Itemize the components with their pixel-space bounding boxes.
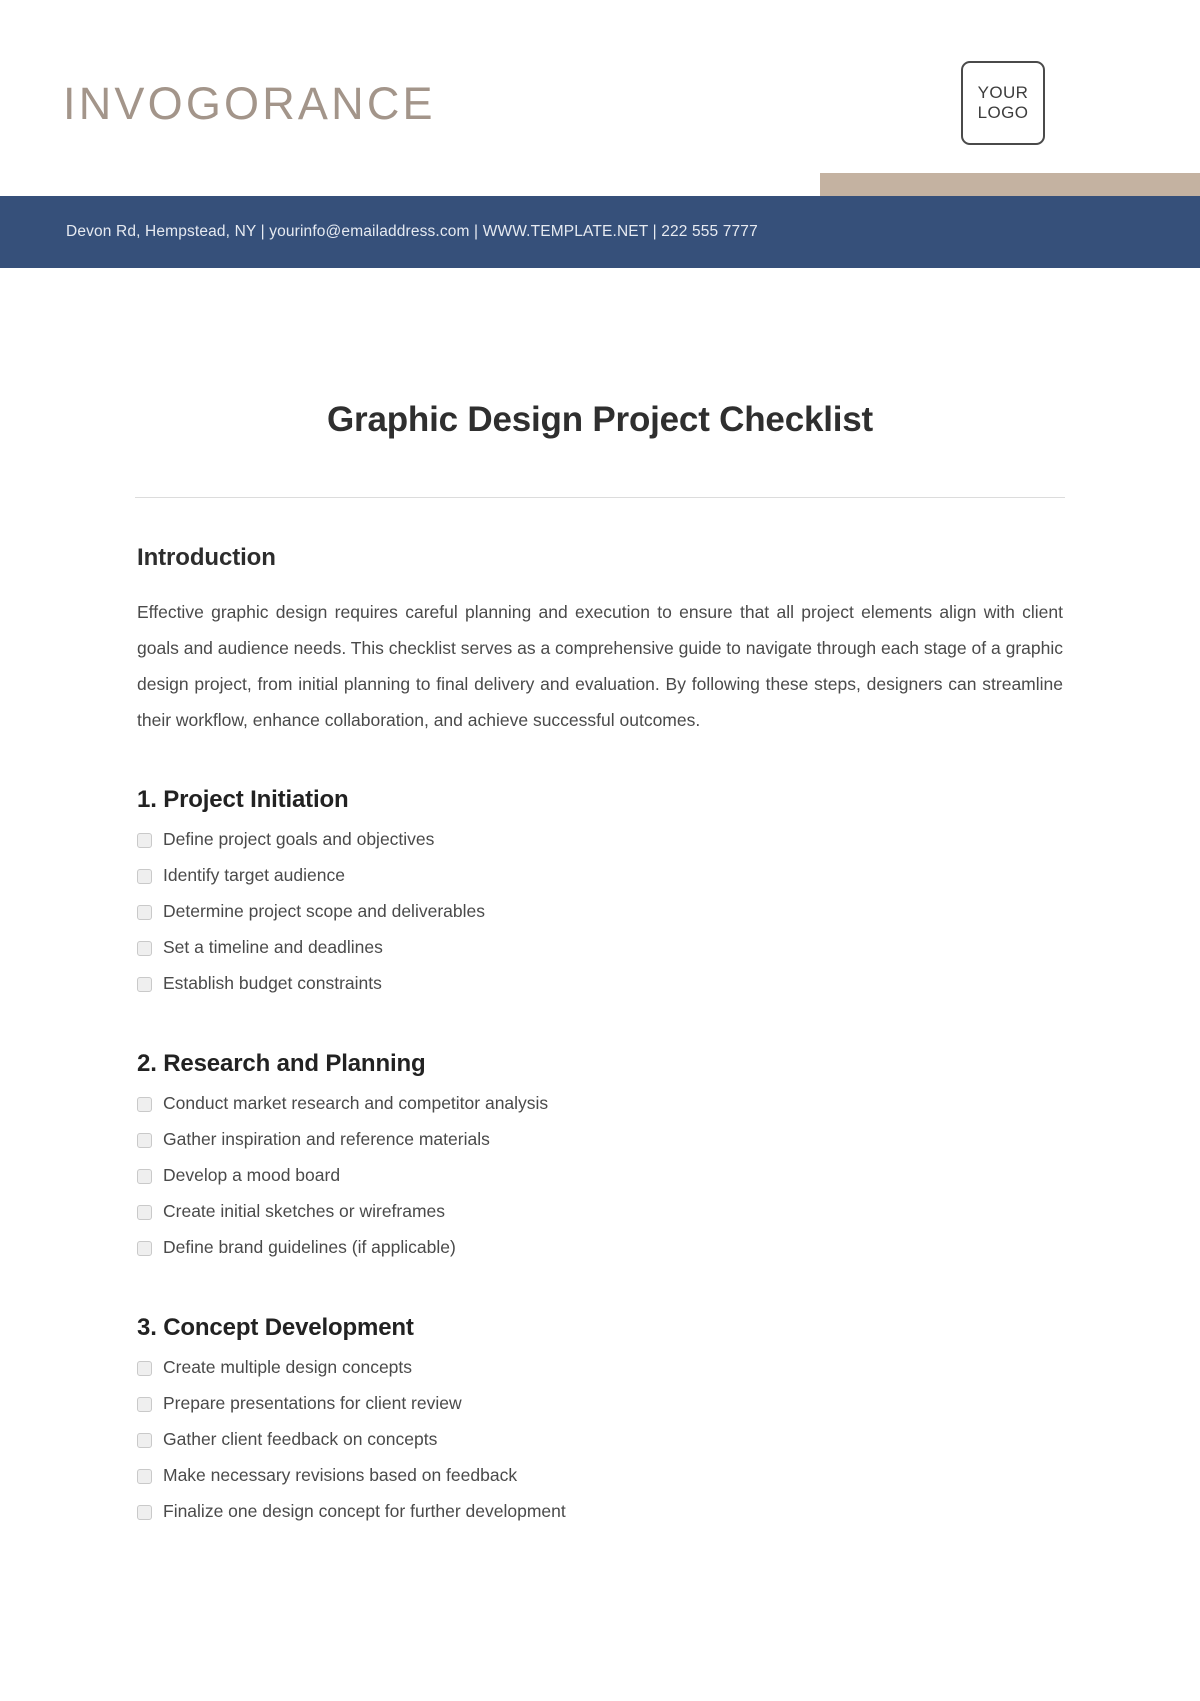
- checkbox-icon[interactable]: [137, 1360, 152, 1376]
- checklist-item[interactable]: Finalize one design concept for further …: [137, 1494, 1063, 1530]
- document-content: Introduction Effective graphic design re…: [137, 498, 1063, 1530]
- checkbox-icon[interactable]: [137, 1204, 152, 1220]
- checklist-item[interactable]: Conduct market research and competitor a…: [137, 1086, 1063, 1122]
- checklist-item[interactable]: Gather client feedback on concepts: [137, 1422, 1063, 1458]
- checkbox-icon[interactable]: [137, 976, 152, 992]
- checklist-item-label: Define project goals and objectives: [163, 829, 435, 850]
- checklist-item[interactable]: Identify target audience: [137, 858, 1063, 894]
- logo-line-2: LOGO: [977, 103, 1029, 122]
- checklist-item-label: Determine project scope and deliverables: [163, 901, 485, 922]
- checklist-item[interactable]: Make necessary revisions based on feedba…: [137, 1458, 1063, 1494]
- checklist-section-heading: 3. Concept Development: [137, 1314, 414, 1341]
- contact-band: Devon Rd, Hempstead, NY | yourinfo@email…: [0, 196, 1200, 268]
- page-header: INVOGORANCE YOUR LOGO Devon Rd, Hempstea…: [0, 0, 1200, 268]
- checklist-item-label: Prepare presentations for client review: [163, 1393, 462, 1414]
- checklist-item-label: Finalize one design concept for further …: [163, 1501, 566, 1522]
- page-body: Graphic Design Project Checklist Introdu…: [0, 268, 1200, 1530]
- brand-name: INVOGORANCE: [63, 78, 436, 129]
- logo-placeholder: YOUR LOGO: [961, 61, 1045, 145]
- checklist: Conduct market research and competitor a…: [137, 1086, 1063, 1266]
- checklist-section: 2. Research and Planning Conduct market r…: [137, 1050, 1063, 1266]
- checklist-item[interactable]: Define project goals and objectives: [137, 822, 1063, 858]
- checklist-item[interactable]: Set a timeline and deadlines: [137, 930, 1063, 966]
- checklist-item-label: Identify target audience: [163, 865, 345, 886]
- checklist-sections: 1. Project Initiation Define project goal…: [137, 786, 1063, 1530]
- checklist-section-heading: 2. Research and Planning: [137, 1050, 426, 1077]
- checklist-item-label: Make necessary revisions based on feedba…: [163, 1465, 518, 1486]
- accent-strip: [820, 173, 1200, 197]
- checklist-item-label: Set a timeline and deadlines: [163, 937, 383, 958]
- checklist-item[interactable]: Prepare presentations for client review: [137, 1386, 1063, 1422]
- contact-info: Devon Rd, Hempstead, NY | yourinfo@email…: [66, 223, 758, 240]
- checkbox-icon[interactable]: [137, 1168, 152, 1184]
- checklist-item-label: Gather inspiration and reference materia…: [163, 1129, 490, 1150]
- checklist-item[interactable]: Define brand guidelines (if applicable): [137, 1230, 1063, 1266]
- checkbox-icon[interactable]: [137, 1132, 152, 1148]
- checklist-item[interactable]: Develop a mood board: [137, 1158, 1063, 1194]
- introduction-paragraph: Effective graphic design requires carefu…: [137, 602, 1063, 730]
- checkbox-icon[interactable]: [137, 1240, 152, 1256]
- checkbox-icon[interactable]: [137, 1396, 152, 1412]
- checklist-item-label: Create multiple design concepts: [163, 1357, 413, 1378]
- checklist-item-label: Define brand guidelines (if applicable): [163, 1237, 456, 1258]
- checklist: Define project goals and objectives Ident…: [137, 822, 1063, 1002]
- checklist-item-label: Establish budget constraints: [163, 973, 382, 994]
- checklist-section: 3. Concept Development Create multiple de…: [137, 1314, 1063, 1530]
- logo-line-1: YOUR: [977, 82, 1029, 102]
- introduction-heading: Introduction: [137, 544, 276, 571]
- checklist-section: 1. Project Initiation Define project goal…: [137, 786, 1063, 1002]
- checkbox-icon[interactable]: [137, 940, 152, 956]
- checklist-section-heading: 1. Project Initiation: [137, 786, 349, 813]
- checklist: Create multiple design concepts Prepare p…: [137, 1350, 1063, 1530]
- checkbox-icon[interactable]: [137, 1096, 152, 1112]
- checkbox-icon[interactable]: [137, 904, 152, 920]
- checklist-item[interactable]: Establish budget constraints: [137, 966, 1063, 1002]
- page-title: Graphic Design Project Checklist: [327, 400, 873, 439]
- checkbox-icon[interactable]: [137, 832, 152, 848]
- checkbox-icon[interactable]: [137, 868, 152, 884]
- checklist-item[interactable]: Gather inspiration and reference materia…: [137, 1122, 1063, 1158]
- checklist-item-label: Create initial sketches or wireframes: [163, 1201, 446, 1222]
- checklist-item-label: Develop a mood board: [163, 1165, 341, 1186]
- checklist-item[interactable]: Create multiple design concepts: [137, 1350, 1063, 1386]
- checklist-item-label: Conduct market research and competitor a…: [163, 1093, 549, 1114]
- checkbox-icon[interactable]: [137, 1432, 152, 1448]
- checkbox-icon[interactable]: [137, 1468, 152, 1484]
- checklist-item-label: Gather client feedback on concepts: [163, 1429, 438, 1450]
- checklist-item[interactable]: Determine project scope and deliverables: [137, 894, 1063, 930]
- checkbox-icon[interactable]: [137, 1504, 152, 1520]
- checklist-item[interactable]: Create initial sketches or wireframes: [137, 1194, 1063, 1230]
